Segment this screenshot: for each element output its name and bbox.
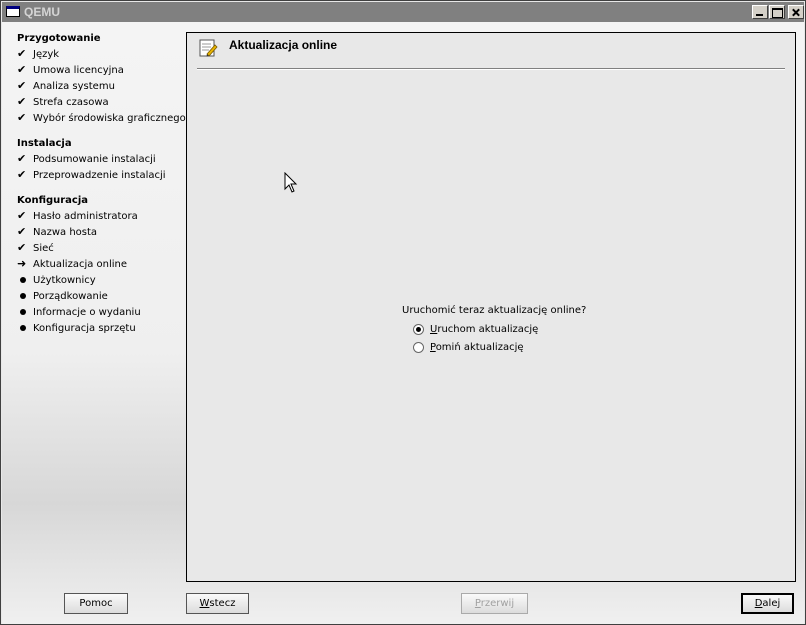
step-item: ✔ Nazwa hosta [17, 225, 98, 238]
step-item: ✔ Podsumowanie instalacji [17, 152, 156, 165]
step-item: Konfiguracja sprzętu [17, 321, 136, 335]
content-panel: Aktualizacja online Uruchomić teraz aktu… [186, 32, 796, 582]
title-divider [197, 68, 785, 70]
step-item: ✔ Umowa licencyjna [17, 63, 124, 76]
bullet-icon [17, 321, 33, 335]
step-item: ✔ Język [17, 47, 60, 60]
section-title-configuration: Konfiguracja [17, 195, 89, 206]
close-button[interactable] [788, 5, 804, 19]
maximize-button[interactable] [769, 5, 785, 19]
steps-sidebar: Przygotowanie ✔ Język ✔ Umowa licencyjna ✔… [2, 22, 186, 582]
step-item: ✔ Strefa czasowa [17, 95, 109, 108]
bullet-icon [17, 289, 33, 303]
help-button[interactable]: Pomoc [64, 593, 128, 614]
step-item: Użytkownicy [17, 273, 96, 287]
check-icon: ✔ [17, 152, 27, 165]
step-item: ✔ Wybór środowiska graficznego [17, 111, 186, 124]
step-item: ✔ Hasło administratora [17, 209, 138, 222]
check-icon: ✔ [17, 47, 27, 60]
step-item: Porządkowanie [17, 289, 108, 303]
bullet-icon [17, 273, 33, 287]
mouse-cursor-icon [284, 172, 298, 193]
arrow-right-icon: ➜ [17, 257, 27, 270]
radio-button-selected[interactable] [413, 323, 424, 335]
step-item-current: ➜ Aktualizacja online [17, 257, 128, 270]
edit-document-icon [199, 39, 218, 57]
minimize-button[interactable] [752, 5, 768, 19]
section-title-installation: Instalacja [17, 138, 72, 149]
step-item: ✔ Sieć [17, 241, 54, 254]
check-icon: ✔ [17, 95, 27, 108]
check-icon: ✔ [17, 63, 27, 76]
window-app-icon [6, 6, 20, 17]
next-button[interactable]: Dalej [741, 593, 794, 614]
back-button[interactable]: Wstecz [186, 593, 249, 614]
page-title: Aktualizacja online [229, 38, 338, 52]
check-icon: ✔ [17, 79, 27, 92]
section-title-preparation: Przygotowanie [17, 33, 101, 44]
update-question: Uruchomić teraz aktualizację online? [402, 305, 587, 316]
radio-button[interactable] [413, 341, 424, 353]
radio-skip-update[interactable]: Pomiń aktualizację [413, 340, 524, 356]
installer-client-area: Przygotowanie ✔ Język ✔ Umowa licencyjna ✔… [2, 22, 804, 624]
abort-button[interactable]: Przerwij [461, 593, 528, 614]
step-item: ✔ Analiza systemu [17, 79, 115, 92]
check-icon: ✔ [17, 209, 27, 222]
radio-run-update[interactable]: Uruchom aktualizację [413, 322, 538, 338]
step-item: ✔ Przeprowadzenie instalacji [17, 168, 166, 181]
bullet-icon [17, 305, 33, 319]
window-title: QEMU [24, 5, 60, 19]
check-icon: ✔ [17, 111, 27, 124]
check-icon: ✔ [17, 168, 27, 181]
check-icon: ✔ [17, 241, 27, 254]
check-icon: ✔ [17, 225, 27, 238]
title-bar[interactable]: QEMU [2, 2, 804, 22]
qemu-window: QEMU Przygotowanie ✔ Język ✔ Umowa licency… [0, 0, 806, 625]
step-item: Informacje o wydaniu [17, 305, 141, 319]
